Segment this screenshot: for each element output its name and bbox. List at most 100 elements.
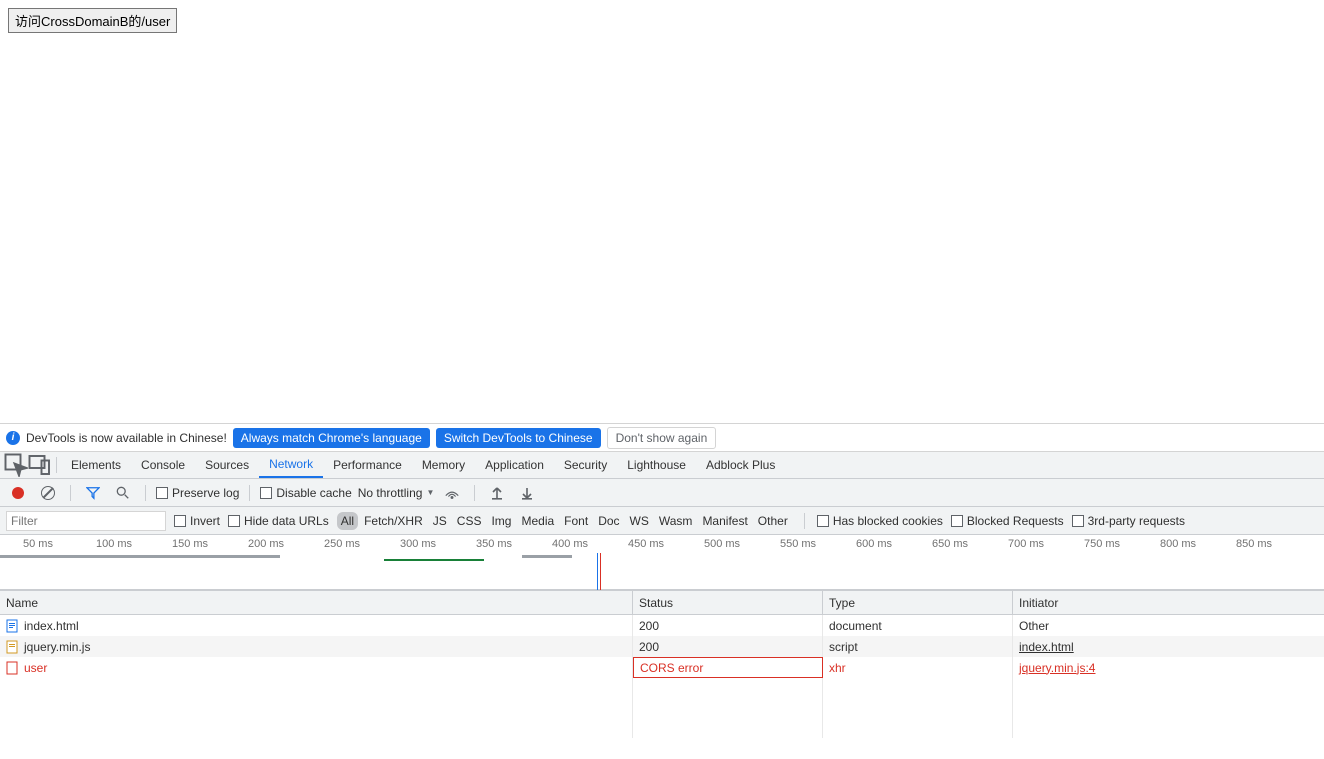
timeline-tick: 600 ms (836, 538, 912, 550)
column-header-status[interactable]: Status (633, 591, 823, 614)
invert-checkbox[interactable]: Invert (174, 514, 220, 528)
filter-type-ws[interactable]: WS (626, 512, 653, 530)
search-icon[interactable] (111, 480, 135, 506)
tab-application[interactable]: Application (475, 452, 554, 478)
clear-button[interactable] (36, 480, 60, 506)
filter-type-fetch-xhr[interactable]: Fetch/XHR (360, 512, 427, 530)
timeline-bar (0, 555, 280, 558)
info-bar: i DevTools is now available in Chinese! … (0, 424, 1324, 452)
devtools-tabs: ElementsConsoleSourcesNetworkPerformance… (0, 452, 1324, 479)
request-initiator[interactable]: jquery.min.js:4 (1019, 661, 1095, 675)
request-status: CORS error (640, 661, 703, 675)
network-table: Name Status Type Initiator index.html 200… (0, 590, 1324, 738)
timeline-tick: 100 ms (76, 538, 152, 550)
timeline-tick: 450 ms (608, 538, 684, 550)
table-row[interactable]: user CORS error xhr jquery.min.js:4 (0, 657, 1324, 678)
filter-input[interactable] (6, 511, 166, 531)
timeline-dcl-marker (597, 553, 598, 590)
request-initiator[interactable]: index.html (1019, 640, 1074, 654)
separator (474, 485, 475, 501)
request-type: script (829, 640, 858, 654)
timeline-tick: 150 ms (152, 538, 228, 550)
network-conditions-icon[interactable] (440, 480, 464, 506)
preserve-log-checkbox[interactable]: Preserve log (156, 486, 239, 500)
request-name: index.html (24, 619, 79, 633)
throttling-select[interactable]: No throttling ▼ (358, 486, 435, 500)
filter-type-wasm[interactable]: Wasm (655, 512, 697, 530)
request-type: document (829, 619, 882, 633)
separator (70, 485, 71, 501)
separator (804, 513, 805, 529)
column-header-name[interactable]: Name (0, 591, 633, 614)
filter-type-css[interactable]: CSS (453, 512, 486, 530)
request-type: xhr (829, 661, 846, 675)
inspect-icon[interactable] (4, 452, 28, 478)
tab-console[interactable]: Console (131, 452, 195, 478)
dismiss-infobar-button[interactable]: Don't show again (607, 427, 717, 449)
separator (249, 485, 250, 501)
page-content: 访问CrossDomainB的/user (0, 0, 1324, 424)
record-button[interactable] (6, 480, 30, 506)
column-header-initiator[interactable]: Initiator (1013, 591, 1324, 614)
timeline-tick: 500 ms (684, 538, 760, 550)
switch-language-button[interactable]: Switch DevTools to Chinese (436, 428, 601, 448)
filter-type-font[interactable]: Font (560, 512, 592, 530)
tab-security[interactable]: Security (554, 452, 617, 478)
devtools-panel: i DevTools is now available in Chinese! … (0, 424, 1324, 738)
tab-memory[interactable]: Memory (412, 452, 475, 478)
filter-type-img[interactable]: Img (487, 512, 515, 530)
timeline-tick: 550 ms (760, 538, 836, 550)
blocked-requests-checkbox[interactable]: Blocked Requests (951, 514, 1064, 528)
table-header-row: Name Status Type Initiator (0, 590, 1324, 615)
file-icon (6, 640, 18, 654)
import-har-icon[interactable] (485, 480, 509, 506)
cross-domain-button[interactable]: 访问CrossDomainB的/user (8, 8, 177, 33)
timeline-tick: 800 ms (1140, 538, 1216, 550)
disable-cache-checkbox[interactable]: Disable cache (260, 486, 351, 500)
device-toolbar-icon[interactable] (28, 452, 52, 478)
export-har-icon[interactable] (515, 480, 539, 506)
filter-type-all[interactable]: All (337, 512, 358, 530)
timeline-bar (522, 555, 572, 558)
filter-type-media[interactable]: Media (517, 512, 558, 530)
has-blocked-cookies-checkbox[interactable]: Has blocked cookies (817, 514, 943, 528)
third-party-checkbox[interactable]: 3rd-party requests (1072, 514, 1185, 528)
timeline-tick: 850 ms (1216, 538, 1292, 550)
filter-type-other[interactable]: Other (754, 512, 792, 530)
timeline-tick: 700 ms (988, 538, 1064, 550)
column-header-type[interactable]: Type (823, 591, 1013, 614)
tab-elements[interactable]: Elements (61, 452, 131, 478)
filter-type-manifest[interactable]: Manifest (698, 512, 751, 530)
tab-lighthouse[interactable]: Lighthouse (617, 452, 696, 478)
request-name: user (24, 661, 47, 675)
table-row[interactable]: jquery.min.js 200 script index.html (0, 636, 1324, 657)
tab-network[interactable]: Network (259, 452, 323, 478)
filter-bar: Invert Hide data URLs AllFetch/XHRJSCSSI… (0, 507, 1324, 535)
timeline-tick: 50 ms (0, 538, 76, 550)
separator (145, 485, 146, 501)
timeline-tick: 650 ms (912, 538, 988, 550)
timeline-tick: 400 ms (532, 538, 608, 550)
file-icon (6, 619, 18, 633)
file-icon (6, 661, 18, 675)
chevron-down-icon: ▼ (426, 488, 434, 497)
timeline-overview[interactable]: 50 ms100 ms150 ms200 ms250 ms300 ms350 m… (0, 535, 1324, 590)
timeline-load-marker (600, 553, 601, 590)
filter-icon[interactable] (81, 480, 105, 506)
request-status: 200 (639, 640, 659, 654)
tab-adblock-plus[interactable]: Adblock Plus (696, 452, 785, 478)
tab-performance[interactable]: Performance (323, 452, 412, 478)
match-language-button[interactable]: Always match Chrome's language (233, 428, 430, 448)
tab-sources[interactable]: Sources (195, 452, 259, 478)
request-name: jquery.min.js (24, 640, 90, 654)
filter-type-doc[interactable]: Doc (594, 512, 623, 530)
filter-type-js[interactable]: JS (429, 512, 451, 530)
request-status: 200 (639, 619, 659, 633)
timeline-tick: 300 ms (380, 538, 456, 550)
hide-data-urls-checkbox[interactable]: Hide data URLs (228, 514, 329, 528)
timeline-bar (384, 559, 484, 561)
info-text: DevTools is now available in Chinese! (26, 431, 227, 445)
separator (56, 457, 57, 473)
table-row[interactable]: index.html200documentOther (0, 615, 1324, 636)
timeline-tick: 350 ms (456, 538, 532, 550)
